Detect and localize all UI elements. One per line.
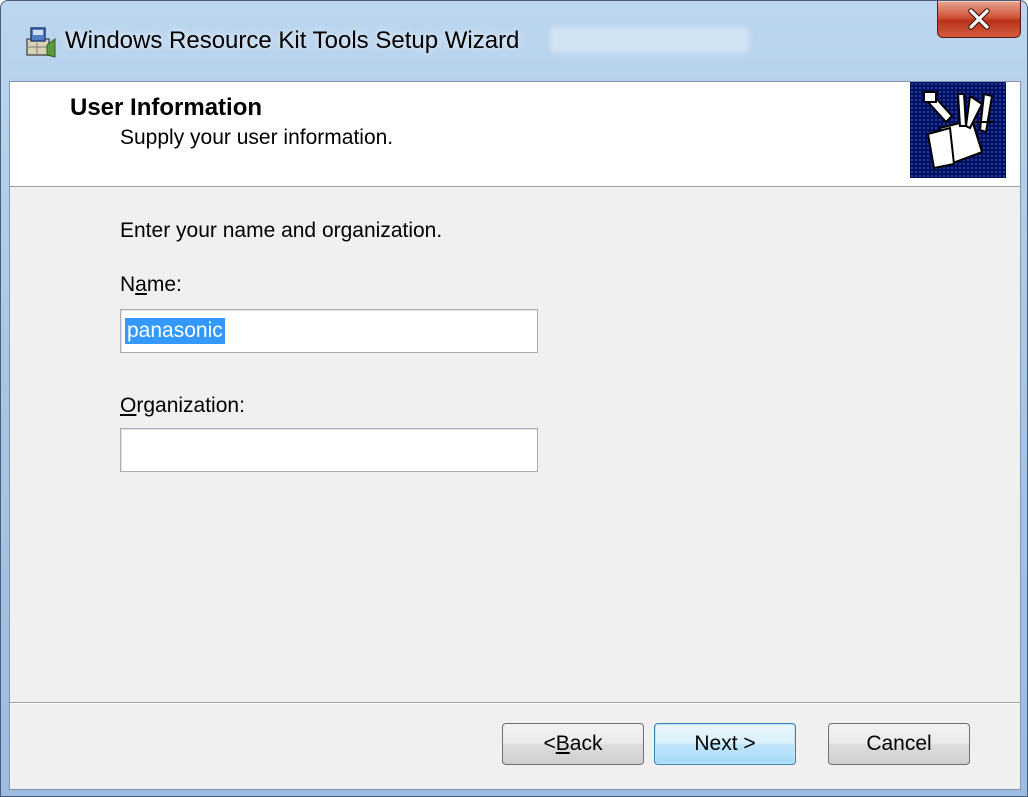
- close-button[interactable]: [937, 1, 1021, 38]
- page-subtitle: Supply your user information.: [120, 126, 394, 149]
- setup-wizard-icon: [23, 25, 57, 59]
- title-reflection: [549, 27, 749, 53]
- banner-image: [910, 82, 1006, 178]
- wizard-client-area: User Information Supply your user inform…: [9, 81, 1021, 790]
- page-title: User Information: [70, 94, 263, 121]
- instructions-text: Enter your name and organization.: [120, 219, 443, 242]
- title-bar[interactable]: Windows Resource Kit Tools Setup Wizard: [1, 1, 1027, 81]
- footer-separator: [10, 702, 1020, 704]
- name-input-value: panasonic: [125, 318, 225, 344]
- setup-wizard-window: Windows Resource Kit Tools Setup Wizard …: [0, 0, 1028, 797]
- name-input[interactable]: panasonic: [120, 309, 538, 353]
- wizard-header: User Information Supply your user inform…: [10, 82, 1020, 187]
- next-button[interactable]: Next >: [654, 723, 796, 765]
- organization-label: Organization:: [120, 394, 245, 417]
- close-icon: [968, 8, 990, 30]
- toolbox-folder-icon: [923, 91, 994, 170]
- window-title: Windows Resource Kit Tools Setup Wizard: [65, 27, 520, 54]
- cancel-button[interactable]: Cancel: [828, 723, 970, 765]
- name-label: Name:: [120, 273, 182, 296]
- organization-input[interactable]: [120, 428, 538, 472]
- back-button[interactable]: < Back: [502, 723, 644, 765]
